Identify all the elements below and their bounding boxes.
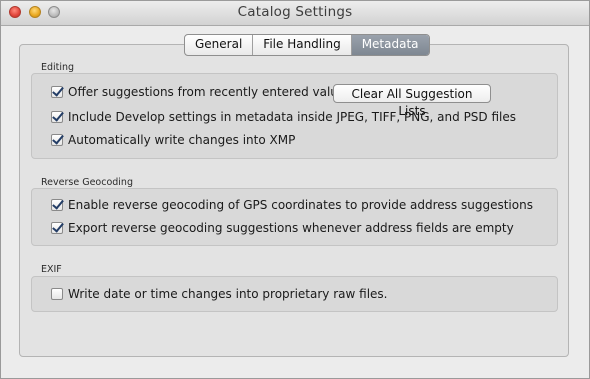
include-develop-settings-checkbox[interactable] — [51, 111, 63, 123]
auto-write-xmp-label: Automatically write changes into XMP — [68, 133, 296, 147]
write-date-time-label: Write date or time changes into propriet… — [68, 287, 388, 301]
include-develop-settings-option[interactable]: Include Develop settings in metadata ins… — [51, 110, 516, 124]
include-develop-settings-label: Include Develop settings in metadata ins… — [68, 110, 517, 124]
enable-reverse-geocoding-option[interactable]: Enable reverse geocoding of GPS coordina… — [51, 198, 533, 212]
auto-write-xmp-checkbox[interactable] — [51, 134, 63, 146]
reverse-geocoding-group-box — [31, 188, 558, 246]
write-date-time-option[interactable]: Write date or time changes into propriet… — [51, 287, 387, 301]
tab-bar: General File Handling Metadata — [184, 34, 430, 56]
reverse-geocoding-group-label: Reverse Geocoding — [41, 177, 133, 188]
enable-reverse-geocoding-checkbox[interactable] — [51, 199, 63, 211]
offer-suggestions-checkbox[interactable] — [51, 86, 63, 98]
tab-general[interactable]: General — [185, 35, 254, 55]
exif-group-label: EXIF — [41, 264, 62, 275]
auto-write-xmp-option[interactable]: Automatically write changes into XMP — [51, 133, 295, 147]
editing-group-label: Editing — [41, 62, 75, 73]
offer-suggestions-label: Offer suggestions from recently entered … — [68, 85, 352, 99]
export-reverse-geocoding-option[interactable]: Export reverse geocoding suggestions whe… — [51, 221, 514, 235]
write-date-time-checkbox[interactable] — [51, 288, 63, 300]
export-reverse-geocoding-checkbox[interactable] — [51, 222, 63, 234]
title-bar[interactable]: Catalog Settings — [1, 1, 589, 26]
catalog-settings-window: Catalog Settings General File Handling M… — [0, 0, 590, 379]
enable-reverse-geocoding-label: Enable reverse geocoding of GPS coordina… — [68, 198, 533, 212]
tab-file-handling[interactable]: File Handling — [253, 35, 352, 55]
clear-all-suggestion-lists-button[interactable]: Clear All Suggestion Lists — [333, 84, 491, 118]
window-title: Catalog Settings — [237, 4, 353, 20]
tab-metadata[interactable]: Metadata — [351, 35, 429, 55]
export-reverse-geocoding-label: Export reverse geocoding suggestions whe… — [68, 221, 514, 235]
offer-suggestions-option[interactable]: Offer suggestions from recently entered … — [51, 85, 352, 99]
